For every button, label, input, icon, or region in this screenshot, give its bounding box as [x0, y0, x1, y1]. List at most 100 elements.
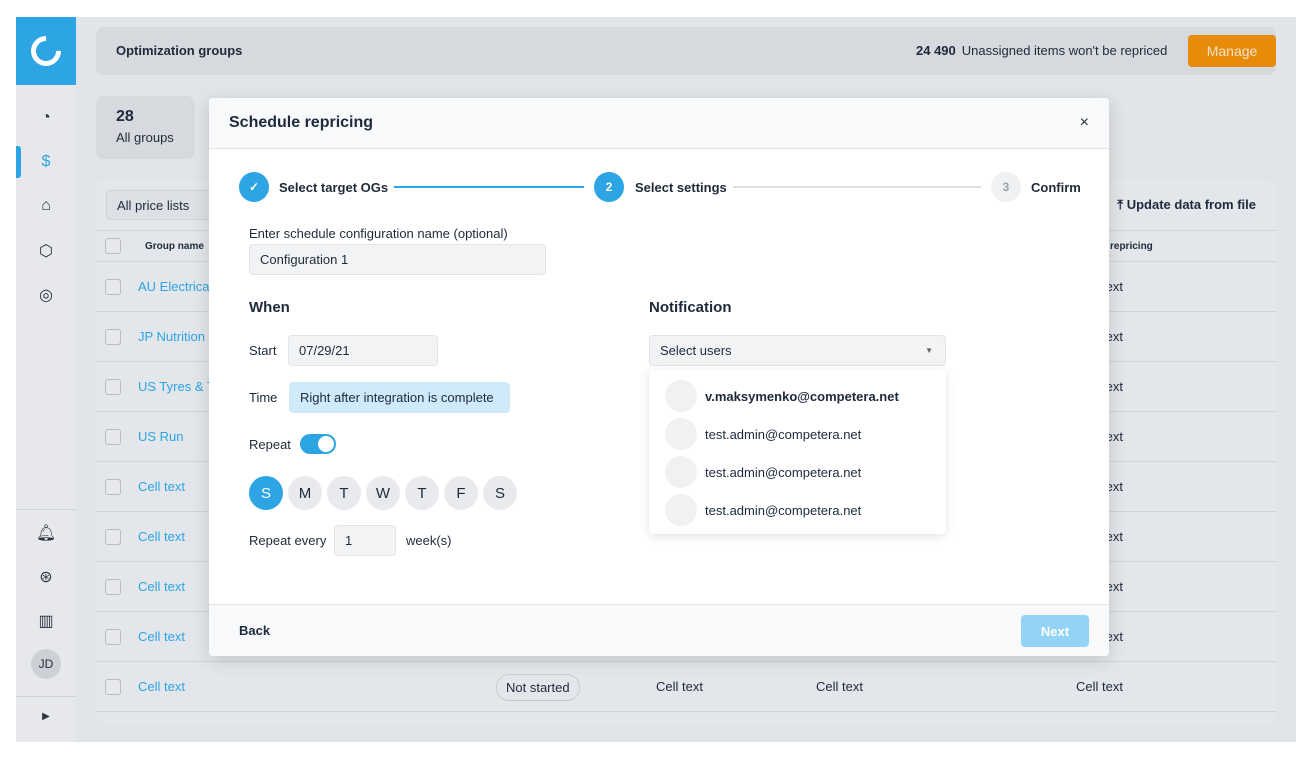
pie-chart-icon[interactable]: ◔ [16, 109, 76, 127]
table-row[interactable]: Cell text Not started Cell text Cell tex… [96, 662, 1276, 712]
user-option[interactable]: v.maksymenko@competera.net [665, 380, 935, 412]
unassigned-text: Unassigned items won't be repriced [961, 43, 1168, 58]
row-checkbox[interactable] [105, 279, 121, 295]
row-checkbox[interactable] [105, 479, 121, 495]
group-name-link[interactable]: Cell text [138, 679, 185, 694]
logo[interactable] [16, 17, 76, 85]
day-toggle[interactable]: F [444, 476, 478, 510]
next-button[interactable]: Next [1021, 615, 1089, 647]
notification-heading: Notification [649, 299, 732, 316]
back-button[interactable]: Back [239, 623, 270, 638]
user-email: v.maksymenko@competera.net [705, 389, 899, 404]
cell: Cell text [656, 679, 703, 694]
day-toggle[interactable]: T [405, 476, 439, 510]
repeat-every-label: Repeat every [249, 533, 327, 548]
start-label: Start [249, 343, 277, 358]
tag-icon[interactable]: ⌂ [16, 197, 76, 215]
upload-label: Update data from file [1126, 197, 1256, 212]
target-icon[interactable]: ◎ [16, 285, 76, 305]
time-label: Time [249, 390, 278, 405]
config-name-input[interactable]: Configuration 1 [249, 244, 546, 275]
cell: Cell text [1076, 679, 1123, 694]
status-badge: Not started [496, 674, 580, 701]
expand-icon[interactable]: ▶ [16, 711, 76, 722]
day-toggle[interactable]: M [288, 476, 322, 510]
step-connector [733, 186, 981, 188]
dollar-cycle-icon[interactable]: $ [16, 153, 76, 171]
lifebuoy-icon[interactable]: ⊛ [16, 567, 76, 587]
upload-icon: ⤒ [1117, 197, 1127, 212]
step-3-number: 3 [991, 172, 1021, 202]
price-list-select[interactable]: All price lists [106, 190, 226, 220]
select-users-dropdown[interactable]: Select users ▼ [649, 335, 946, 366]
day-toggle[interactable]: S [483, 476, 517, 510]
select-users-placeholder: Select users [660, 343, 732, 358]
repeat-unit: week(s) [406, 533, 452, 548]
bell-icon[interactable]: 🔔︎ [16, 523, 76, 543]
row-checkbox[interactable] [105, 679, 121, 695]
row-checkbox[interactable] [105, 329, 121, 345]
group-name-link[interactable]: US Run [138, 429, 184, 444]
groups-label: All groups [116, 130, 174, 145]
day-toggle[interactable]: T [327, 476, 361, 510]
unassigned-info: 24 490 Unassigned items won't be repriced [916, 43, 1167, 58]
day-toggle[interactable]: S [249, 476, 283, 510]
avatar[interactable]: JD [31, 649, 61, 679]
user-email: test.admin@competera.net [705, 503, 862, 518]
user-option[interactable]: test.admin@competera.net [665, 418, 935, 450]
user-email: test.admin@competera.net [705, 465, 862, 480]
users-dropdown-list: v.maksymenko@competera.net test.admin@com… [649, 370, 946, 534]
row-checkbox[interactable] [105, 379, 121, 395]
select-all-checkbox[interactable] [105, 238, 121, 254]
row-checkbox[interactable] [105, 579, 121, 595]
group-name-link[interactable]: Cell text [138, 629, 185, 644]
sidebar: ◔ $ ⌂ ⬡ ◎ 🔔︎ ⊛ ▥ JD ▶ [16, 17, 76, 742]
manage-button[interactable]: Manage [1188, 35, 1276, 67]
time-select[interactable]: Right after integration is complete [289, 382, 510, 413]
step-2-label: Select settings [635, 180, 727, 195]
config-name-label: Enter schedule configuration name (optio… [249, 226, 508, 241]
group-name-link[interactable]: Cell text [138, 479, 185, 494]
upload-button[interactable]: ⤒ Update data from file [1117, 197, 1256, 213]
user-avatar [665, 456, 697, 488]
caret-down-icon: ▼ [925, 346, 933, 355]
repeat-every-input[interactable]: 1 [334, 525, 396, 556]
user-option[interactable]: test.admin@competera.net [665, 494, 935, 526]
user-avatar [665, 380, 697, 412]
day-toggle[interactable]: W [366, 476, 400, 510]
close-icon[interactable]: × [1080, 114, 1089, 132]
cell: Cell text [816, 679, 863, 694]
top-bar: Optimization groups 24 490 Unassigned ite… [96, 27, 1276, 75]
divider [16, 509, 76, 510]
groups-count: 28 [116, 108, 134, 125]
unassigned-count: 24 490 [916, 43, 956, 58]
repeat-label: Repeat [249, 437, 291, 452]
group-name-link[interactable]: Cell text [138, 529, 185, 544]
step-1-check-icon: ✓ [239, 172, 269, 202]
modal-footer: Back Next [209, 604, 1109, 656]
group-name-link[interactable]: JP Nutrition [138, 329, 205, 344]
start-date-input[interactable]: 07/29/21 [288, 335, 438, 366]
row-checkbox[interactable] [105, 529, 121, 545]
repeat-toggle[interactable] [300, 434, 336, 454]
group-name-link[interactable]: AU Electrica [138, 279, 210, 294]
user-avatar [665, 418, 697, 450]
row-checkbox[interactable] [105, 629, 121, 645]
when-heading: When [249, 299, 290, 316]
group-name-link[interactable]: US Tyres & T [138, 379, 215, 394]
page-title: Optimization groups [116, 43, 243, 58]
user-email: test.admin@competera.net [705, 427, 862, 442]
row-checkbox[interactable] [105, 429, 121, 445]
user-avatar [665, 494, 697, 526]
user-option[interactable]: test.admin@competera.net [665, 456, 935, 488]
box-icon[interactable]: ⬡ [16, 241, 76, 261]
step-connector [394, 186, 584, 188]
step-3-label: Confirm [1031, 180, 1081, 195]
col-last-repricing: repricing [1110, 241, 1153, 252]
group-name-link[interactable]: Cell text [138, 579, 185, 594]
col-group-name: Group name [145, 241, 204, 252]
all-groups-card[interactable]: 28 All groups [96, 96, 195, 159]
divider [16, 696, 76, 697]
briefcase-icon[interactable]: ▥ [16, 611, 76, 631]
stepper: ✓ Select target OGs 2 Select settings 3 … [239, 172, 1081, 202]
